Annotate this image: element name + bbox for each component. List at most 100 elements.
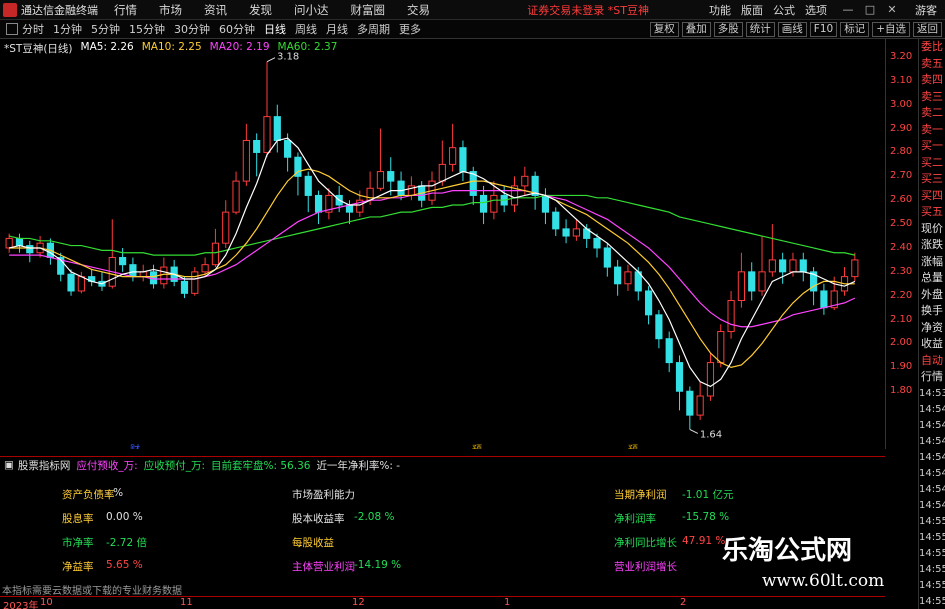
indicator-value: 5.65 % xyxy=(106,559,143,571)
price-tick: 2.50 xyxy=(890,218,913,230)
stats-button[interactable]: 统计 xyxy=(745,21,775,37)
candle-body xyxy=(77,276,85,292)
side-label: 卖二 xyxy=(921,106,943,119)
candle-body xyxy=(768,259,776,273)
period-multi[interactable]: 多周期 xyxy=(357,21,390,37)
indicator-value: - % xyxy=(106,487,124,499)
menu-caifuquan[interactable]: 财富圈 xyxy=(351,2,386,18)
side-label: 现价 xyxy=(921,221,943,235)
date-tick: 11 xyxy=(180,597,193,608)
layout-icon[interactable] xyxy=(6,23,18,35)
guest-label[interactable]: 游客 xyxy=(915,2,937,18)
tick-time: 14:55 xyxy=(919,563,945,575)
event-marker: 财 xyxy=(130,443,140,449)
indicator-label: 净益率 xyxy=(62,561,94,573)
indicator-expand-icon[interactable]: ▣ xyxy=(4,459,14,471)
indicator-value: -14.19 % xyxy=(354,559,402,571)
period-daily[interactable]: 日线 xyxy=(264,21,286,37)
price-tick: 2.40 xyxy=(890,241,913,253)
menu-hangqing[interactable]: 行情 xyxy=(114,2,137,18)
date-tick: 1 xyxy=(504,597,511,608)
title-bar: 通达信金融终端 行情 市场 资讯 发现 问小达 财富圈 交易 证券交易未登录 *… xyxy=(0,0,945,20)
candle-body xyxy=(139,271,147,278)
candle-body xyxy=(387,171,395,182)
close-button[interactable]: ✕ xyxy=(881,3,903,16)
side-label: 买五 xyxy=(921,205,943,218)
period-60min[interactable]: 60分钟 xyxy=(219,21,255,37)
add-watchlist-button[interactable]: +自选 xyxy=(872,21,910,37)
candle-body xyxy=(490,194,498,213)
candle-body xyxy=(201,264,209,273)
maximize-button[interactable]: □ xyxy=(859,3,881,16)
indicator-title[interactable]: 股票指标网 xyxy=(18,458,71,473)
price-tick: 3.20 xyxy=(890,50,913,62)
draw-line-button[interactable]: 画线 xyxy=(777,21,807,37)
period-toolbar: 分时 1分钟 5分钟 15分钟 30分钟 60分钟 日线 周线 月线 多周期 更… xyxy=(0,20,945,39)
candle-body xyxy=(521,175,529,187)
candle-body xyxy=(758,271,766,292)
period-fenshi[interactable]: 分时 xyxy=(22,21,44,37)
tick-time: 14:53 xyxy=(919,387,945,399)
menu-jiaoyi[interactable]: 交易 xyxy=(407,2,430,18)
candle-body xyxy=(129,264,137,278)
candle-body xyxy=(438,163,446,182)
ma10-legend: MA10: 2.25 xyxy=(141,41,202,53)
fuquan-button[interactable]: 复权 xyxy=(649,21,679,37)
candle-body xyxy=(665,338,673,364)
tick-time: 14:54 xyxy=(919,419,945,431)
side-label: 自动 xyxy=(921,353,943,367)
mark-button[interactable]: 标记 xyxy=(840,21,870,37)
side-label: 卖四 xyxy=(921,73,943,86)
menu-wenxiaoda[interactable]: 问小达 xyxy=(294,2,329,18)
event-marker: 预 xyxy=(472,444,482,449)
candle-body xyxy=(479,194,488,213)
period-1min[interactable]: 1分钟 xyxy=(53,21,82,37)
kline-chart[interactable]: *ST豆神(日线) MA5: 2.26 MA10: 2.25 MA20: 2.1… xyxy=(0,39,885,449)
price-tick: 2.80 xyxy=(890,146,913,158)
candle-body xyxy=(562,228,570,237)
low-label: 1.64 xyxy=(700,429,722,440)
back-button[interactable]: 返回 xyxy=(913,21,942,37)
tick-time: 14:54 xyxy=(919,467,945,479)
side-label: 卖一 xyxy=(921,122,943,136)
period-30min[interactable]: 30分钟 xyxy=(174,21,210,37)
menu-xuanxiang[interactable]: 选项 xyxy=(805,2,827,18)
overlay-button[interactable]: 叠加 xyxy=(681,21,711,37)
period-weekly[interactable]: 周线 xyxy=(295,21,317,37)
right-menu: 功能 版面 公式 选项 xyxy=(709,2,837,18)
side-label: 买四 xyxy=(921,188,943,202)
menu-gongneng[interactable]: 功能 xyxy=(709,2,731,18)
period-more[interactable]: 更多 xyxy=(399,21,421,37)
side-label: 买二 xyxy=(921,155,943,169)
ma60-legend: MA60: 2.37 xyxy=(277,41,338,53)
candle-body xyxy=(717,331,725,364)
candle-body xyxy=(572,228,580,237)
indicator-label: 股本收益率 xyxy=(292,513,345,525)
period-15min[interactable]: 15分钟 xyxy=(129,21,165,37)
indicator-label: 主体营业利润 xyxy=(292,561,355,573)
period-monthly[interactable]: 月线 xyxy=(326,21,348,37)
indicator-label: 每股收益 xyxy=(292,537,334,549)
menu-banmian[interactable]: 版面 xyxy=(741,2,763,18)
f10-button[interactable]: F10 xyxy=(809,21,838,37)
candle-body xyxy=(779,259,787,273)
candle-body xyxy=(820,290,828,309)
indicator-label: 净利同比增长 xyxy=(614,537,677,549)
menu-zixun[interactable]: 资讯 xyxy=(204,2,227,18)
period-5min[interactable]: 5分钟 xyxy=(91,21,120,37)
trade-login-notice[interactable]: 证券交易未登录 *ST豆神 xyxy=(527,2,649,18)
multi-stock-button[interactable]: 多股 xyxy=(713,21,743,37)
menu-gongshi[interactable]: 公式 xyxy=(773,2,795,18)
menu-shichang[interactable]: 市场 xyxy=(159,2,182,18)
indicator-value: 0.00 % xyxy=(106,511,143,523)
candle-body xyxy=(376,171,385,189)
side-label: 涨跌 xyxy=(921,238,943,251)
tick-time: 14:55 xyxy=(919,515,945,527)
low-arrow xyxy=(689,429,699,434)
indicator-header-item: 应收预付_万: xyxy=(143,459,206,472)
candle-body xyxy=(15,237,24,247)
menu-faxian[interactable]: 发现 xyxy=(249,2,272,18)
side-label: 买一 xyxy=(921,139,943,152)
minimize-button[interactable]: — xyxy=(837,3,859,16)
tick-time: 14:54 xyxy=(919,435,945,447)
